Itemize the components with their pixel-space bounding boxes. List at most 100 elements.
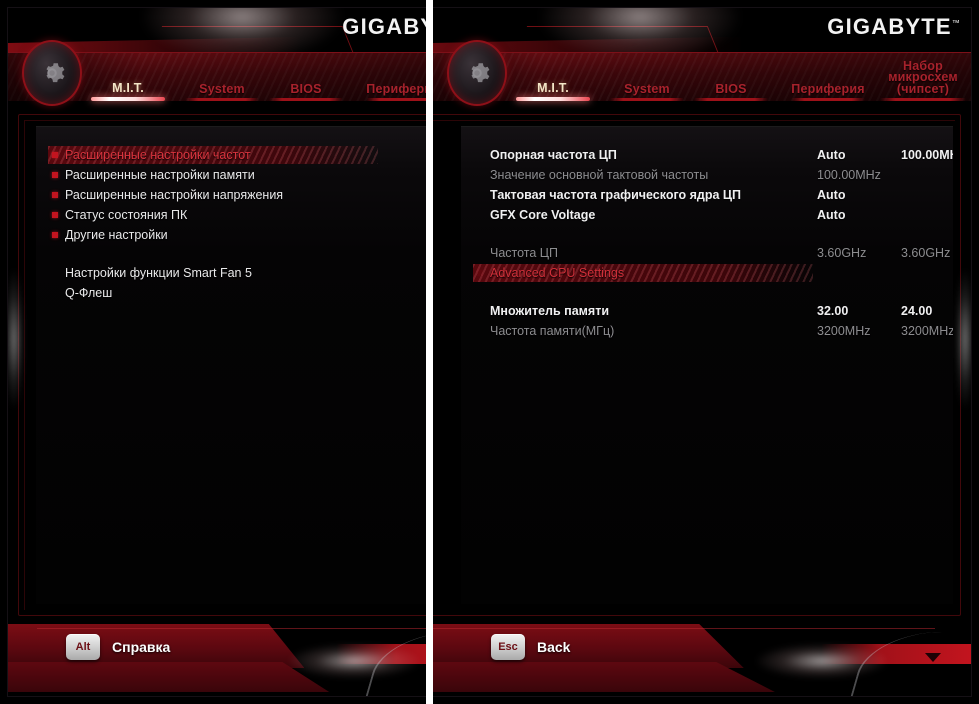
setting-value-current: 100.00MHz [817,168,881,182]
menu-item-q-flash[interactable]: Q-Флеш [52,283,426,303]
footer-hairline-right [433,628,936,629]
menu-item-misc-settings[interactable]: Другие настройки [52,225,426,245]
tab-chipset-label: Набор микросхем (чипсет) [888,58,958,96]
menu-item-pc-health-status[interactable]: Статус состояния ПК [52,205,426,225]
bios-window-left: GIGABYTE™ M.I.T. System BIOS [0,0,426,704]
setting-row-gfx-core-voltage[interactable]: GFX Core Voltage Auto [477,205,943,225]
bullet-icon [52,192,58,198]
bios-window-left-frame: GIGABYTE™ M.I.T. System BIOS [8,8,426,696]
help-shortcut[interactable]: Alt Справка [66,634,170,660]
setting-value-current: 3.60GHz [817,246,867,260]
menu-spacer [52,245,426,263]
setting-value-current: Auto [817,148,846,162]
bullet-icon [52,172,58,178]
screenshot-root: GIGABYTE™ M.I.T. System BIOS [0,0,979,704]
tab-mit-label: M.I.T. [112,80,144,95]
setting-value-actual: 24.00 [901,304,933,318]
tab-chipset[interactable]: Набор микросхем (чипсет) [873,53,971,105]
tab-mit[interactable]: M.I.T. [76,53,180,105]
setting-name: GFX Core Voltage [490,208,596,222]
setting-value-current: 32.00 [817,304,849,318]
tab-peripherals-label: Периферия [791,81,865,96]
content-frame-right: Опорная частота ЦП Auto 100.00MHz Значен… [433,112,971,622]
setting-name: Частота памяти(МГц) [490,324,615,338]
setting-name: Опорная частота ЦП [490,148,617,162]
menu-list: Расширенные настройки частот Расширенные… [48,145,426,303]
bios-window-right: GIGABYTE™ M.I.T. System BIOS Периферия Н… [433,0,979,704]
back-label: Back [537,639,571,655]
gigabyte-logo: GIGABYTE™ [827,14,961,40]
help-label: Справка [112,639,171,655]
tab-bios-underline [269,98,343,101]
menu-item-label: Расширенные настройки частот [65,148,251,162]
setting-name: Advanced CPU Settings [490,266,625,280]
setting-row-host-clock-value: Значение основной тактовой частоты 100.0… [477,165,943,185]
setting-value-current: Auto [817,188,846,202]
setting-name: Множитель памяти [490,304,610,318]
edge-glow-left [8,269,24,410]
setting-row-memory-multiplier[interactable]: Множитель памяти 32.00 24.00 [477,301,943,321]
esc-keycap-icon: Esc [491,634,525,660]
brand-name: GIGABYTE [827,14,952,39]
setting-name: Значение основной тактовой частоты [490,168,709,182]
tab-bios-label: BIOS [715,81,747,96]
tab-system-underline [610,98,684,101]
tab-peripherals-underline [366,98,426,101]
menu-item-advanced-memory[interactable]: Расширенные настройки памяти [52,165,426,185]
edge-glow-right [955,269,971,410]
tab-system-label: System [199,81,245,96]
footer-right: Esc Back [433,618,971,696]
tab-bios[interactable]: BIOS [258,53,354,105]
bullet-icon [52,212,58,218]
tab-peripherals[interactable]: Периферия [773,53,883,105]
menu-item-label: Другие настройки [65,228,168,242]
setting-name: Тактовая частота графического ядра ЦП [490,188,742,202]
tab-peripherals-label: Периферия [366,81,426,96]
setting-name: Частота ЦП [490,246,559,260]
alt-keycap-icon: Alt [66,634,100,660]
brand-tm: ™ [951,18,961,28]
content-frame-left: Расширенные настройки частот Расширенные… [8,112,426,622]
setting-row-cpu-frequency: Частота ЦП 3.60GHz 3.60GHz [477,243,950,263]
menu-panel: Расширенные настройки частот Расширенные… [36,126,426,604]
tab-peripherals[interactable]: Периферия [348,53,426,105]
gear-icon [447,40,507,106]
gigabyte-logo: GIGABYTE™ [342,14,426,40]
bios-window-right-frame: GIGABYTE™ M.I.T. System BIOS Периферия Н… [433,8,971,696]
tab-bios-underline [694,98,768,101]
tab-mit-label: M.I.T. [537,80,569,95]
menu-item-advanced-frequency[interactable]: Расширенные настройки частот [48,145,426,165]
brand-name: GIGABYTE [342,14,426,39]
setting-row-advanced-cpu-settings[interactable]: Advanced CPU Settings [473,263,943,283]
tab-chipset-underline [880,98,966,101]
menu-item-advanced-voltage[interactable]: Расширенные настройки напряжения [52,185,426,205]
footer-left: Alt Справка [8,618,426,696]
menu-item-smart-fan-5[interactable]: Настройки функции Smart Fan 5 [52,263,426,283]
settings-spacer [477,225,943,243]
tab-mit[interactable]: M.I.T. [501,53,605,105]
back-shortcut[interactable]: Esc Back [491,634,570,660]
setting-value-current: Auto [817,208,846,222]
tab-peripherals-underline [791,98,865,101]
menu-item-label: Q-Флеш [65,286,113,300]
tab-bios[interactable]: BIOS [683,53,779,105]
setting-value-actual: 3200MHz [901,324,953,338]
footer-band-right [433,624,744,668]
tab-system-label: System [624,81,670,96]
bullet-icon [52,232,58,238]
setting-row-cpu-base-clock[interactable]: Опорная частота ЦП Auto 100.00MHz [477,145,953,165]
tab-bios-label: BIOS [290,81,322,96]
bullet-icon [52,152,58,158]
tab-mit-underline [516,97,590,101]
menu-item-label: Расширенные настройки памяти [65,168,255,182]
gear-icon [22,40,82,106]
settings-panel: Опорная частота ЦП Auto 100.00MHz Значен… [461,126,953,604]
setting-value-current: 3200MHz [817,324,871,338]
tab-mit-underline [91,97,165,101]
tab-system-underline [185,98,259,101]
setting-row-memory-frequency: Частота памяти(МГц) 3200MHz 3200MHz [477,321,953,341]
menu-item-label: Статус состояния ПК [65,208,188,222]
setting-row-gfx-clock[interactable]: Тактовая частота графического ядра ЦП Au… [477,185,943,205]
menu-item-label: Настройки функции Smart Fan 5 [65,266,252,280]
scroll-down-icon[interactable] [925,653,941,662]
